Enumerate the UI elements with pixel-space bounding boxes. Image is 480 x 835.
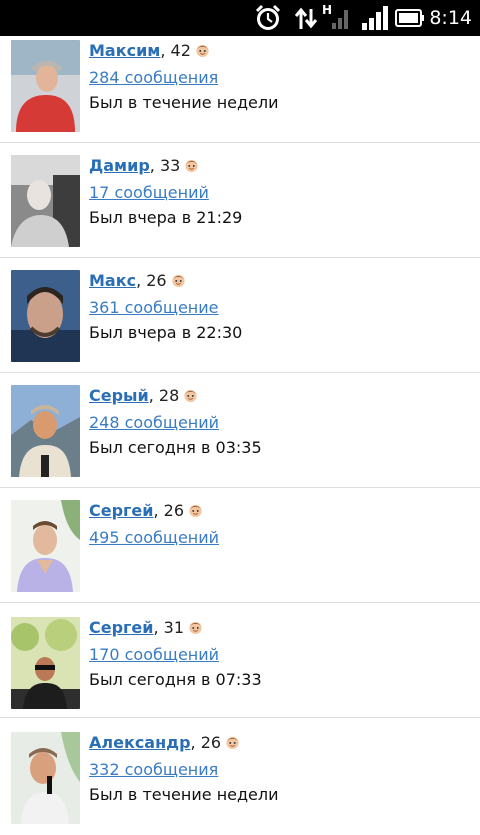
status-bar: H 8:14 <box>0 0 480 36</box>
last-seen: Был в течение недели <box>89 93 279 112</box>
list-item[interactable]: Александр, 26 332 сообщения Был в течени… <box>0 720 480 835</box>
smiley-icon <box>188 619 203 635</box>
user-name-link[interactable]: Сергей <box>89 501 153 520</box>
avatar[interactable] <box>11 500 80 592</box>
avatar[interactable] <box>11 155 80 247</box>
user-name-link[interactable]: Сергей <box>89 618 153 637</box>
last-seen: Был вчера в 22:30 <box>89 323 243 342</box>
user-name-link[interactable]: Максим <box>89 41 160 60</box>
last-seen: Был сегодня в 07:33 <box>89 670 262 689</box>
avatar[interactable] <box>11 732 80 824</box>
last-seen <box>89 550 219 575</box>
list-item[interactable]: Макс, 26 361 сообщение Был вчера в 22:30 <box>0 258 480 373</box>
user-name-link[interactable]: Дамир <box>89 156 150 175</box>
clock: 8:14 <box>429 7 472 29</box>
signal-icon-secondary <box>330 0 352 36</box>
messages-link[interactable]: 495 сообщений <box>89 525 219 550</box>
name-line: Максим, 42 <box>89 40 279 62</box>
messages-link[interactable]: 361 сообщение <box>89 295 242 320</box>
smiley-icon <box>171 272 186 288</box>
smiley-icon <box>184 157 199 173</box>
avatar[interactable] <box>11 617 80 709</box>
user-name-link[interactable]: Александр <box>89 733 191 752</box>
user-info: Сергей, 31 170 сообщений Был сегодня в 0… <box>89 617 262 692</box>
messages-link[interactable]: 170 сообщений <box>89 642 262 667</box>
user-age: , 31 <box>153 618 184 637</box>
list-item[interactable]: Сергей, 31 170 сообщений Был сегодня в 0… <box>0 603 480 718</box>
messages-link[interactable]: 284 сообщения <box>89 65 279 90</box>
name-line: Дамир, 33 <box>89 155 242 177</box>
avatar[interactable] <box>11 40 80 132</box>
last-seen: Был вчера в 21:29 <box>89 208 243 227</box>
last-seen: Был в течение недели <box>89 785 279 804</box>
user-name-link[interactable]: Серый <box>89 386 149 405</box>
list-item[interactable]: Максим, 42 284 сообщения Был в течение н… <box>0 28 480 143</box>
name-line: Сергей, 31 <box>89 617 262 639</box>
smiley-icon <box>188 502 203 518</box>
list-item[interactable]: Серый, 28 248 сообщений Был сегодня в 03… <box>0 373 480 488</box>
name-line: Сергей, 26 <box>89 500 219 522</box>
avatar[interactable] <box>11 385 80 477</box>
alarm-icon <box>253 0 283 36</box>
user-age: , 42 <box>160 41 191 60</box>
user-name-link[interactable]: Макс <box>89 271 136 290</box>
user-age: , 33 <box>149 156 181 175</box>
smiley-icon <box>225 734 240 750</box>
messages-link[interactable]: 332 сообщения <box>89 757 279 782</box>
signal-icon <box>359 0 389 36</box>
user-info: Серый, 28 248 сообщений Был сегодня в 03… <box>89 385 262 460</box>
messages-link[interactable]: 248 сообщений <box>89 410 262 435</box>
smiley-icon <box>183 387 198 403</box>
messages-link[interactable]: 17 сообщений <box>89 180 242 205</box>
avatar[interactable] <box>11 270 80 362</box>
list-item[interactable]: Сергей, 26 495 сообщений <box>0 488 480 603</box>
list-item[interactable]: Дамир, 33 17 сообщений Был вчера в 21:29 <box>0 143 480 258</box>
last-seen: Был сегодня в 03:35 <box>89 438 262 457</box>
user-info: Сергей, 26 495 сообщений <box>89 500 219 575</box>
user-info: Дамир, 33 17 сообщений Был вчера в 21:29 <box>89 155 242 230</box>
user-age: , 26 <box>190 733 222 752</box>
smiley-icon <box>195 42 210 58</box>
user-info: Александр, 26 332 сообщения Был в течени… <box>89 732 279 807</box>
battery-icon <box>394 0 426 36</box>
user-age: , 28 <box>148 386 180 405</box>
user-info: Максим, 42 284 сообщения Был в течение н… <box>89 40 279 115</box>
user-age: , 26 <box>153 501 184 520</box>
name-line: Александр, 26 <box>89 732 279 754</box>
name-line: Макс, 26 <box>89 270 242 292</box>
name-line: Серый, 28 <box>89 385 262 407</box>
user-info: Макс, 26 361 сообщение Был вчера в 22:30 <box>89 270 242 345</box>
data-transfer-icon <box>293 0 319 36</box>
user-age: , 26 <box>136 271 167 290</box>
